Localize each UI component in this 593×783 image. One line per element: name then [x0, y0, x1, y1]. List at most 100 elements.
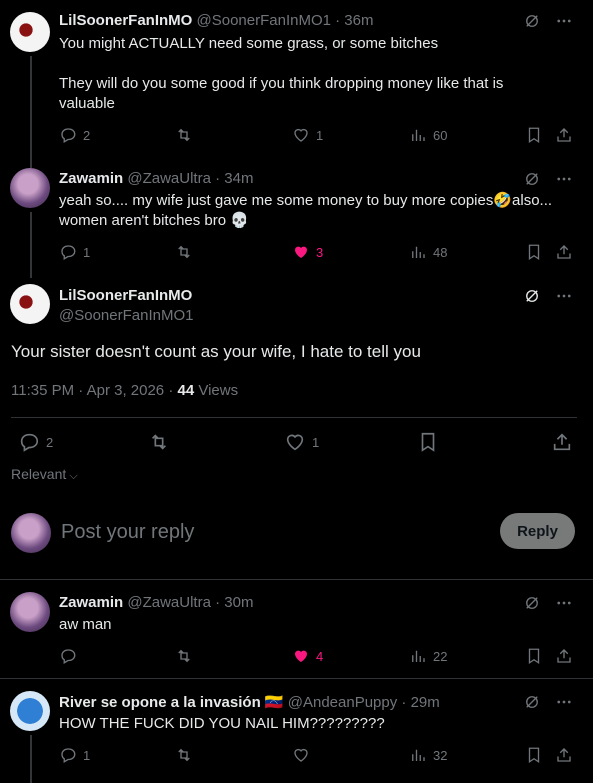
- like-button[interactable]: 3: [292, 243, 323, 261]
- share-button[interactable]: [555, 126, 573, 144]
- avatar[interactable]: [10, 592, 50, 632]
- chevron-down-icon: ⌵: [66, 470, 78, 482]
- reply-button[interactable]: 2: [59, 126, 90, 144]
- share-icon: [555, 647, 573, 665]
- post-2[interactable]: Zawamin @ZawaUltra · 34m yeah so.... my …: [0, 160, 593, 278]
- main-author-handle-wrap: @SoonerFanInMO1: [59, 307, 193, 324]
- reply-2[interactable]: River se opone a la invasión 🇻🇪 @AndeanP…: [0, 679, 593, 783]
- views-icon: [409, 126, 427, 144]
- post-header: LilSoonerFanInMO @SoonerFanInMO1 · 36m: [59, 12, 373, 29]
- share-icon: [555, 746, 573, 764]
- share-icon: [555, 243, 573, 261]
- post-actions: 2 1 60: [59, 126, 574, 146]
- views-button[interactable]: 60: [409, 126, 447, 144]
- views-button[interactable]: 32: [409, 746, 447, 764]
- reply-button[interactable]: Reply: [500, 513, 575, 549]
- bookmark-icon: [525, 243, 543, 261]
- reply-icon: [18, 431, 40, 453]
- views-icon: [409, 746, 427, 764]
- bookmark-button[interactable]: [525, 746, 543, 764]
- like-icon: [284, 431, 306, 453]
- views-button[interactable]: 48: [409, 243, 447, 261]
- post-1[interactable]: LilSoonerFanInMO @SoonerFanInMO1 · 36m Y…: [0, 0, 593, 160]
- retweet-icon: [175, 647, 193, 665]
- author-name[interactable]: LilSoonerFanInMO: [59, 287, 192, 304]
- retweet-icon: [175, 126, 193, 144]
- post-text: aw man: [59, 616, 112, 633]
- bookmark-button[interactable]: [525, 126, 543, 144]
- author-name[interactable]: Zawamin: [59, 170, 123, 187]
- grok-icon[interactable]: [523, 287, 541, 305]
- post-header: Zawamin @ZawaUltra · 34m: [59, 170, 253, 187]
- views-button[interactable]: 22: [409, 647, 447, 665]
- avatar[interactable]: [10, 168, 50, 208]
- grok-icon[interactable]: [523, 170, 541, 188]
- like-icon: [292, 647, 310, 665]
- author-handle[interactable]: @AndeanPuppy · 29m: [288, 694, 440, 711]
- reply-button[interactable]: 1: [59, 746, 90, 764]
- main-post: LilSoonerFanInMO @SoonerFanInMO1 Your si…: [0, 278, 593, 488]
- retweet-icon: [148, 431, 170, 453]
- like-icon: [292, 243, 310, 261]
- share-button[interactable]: [555, 243, 573, 261]
- more-icon[interactable]: [555, 12, 573, 30]
- author-handle[interactable]: @SoonerFanInMO1: [59, 307, 193, 324]
- reply-icon: [59, 746, 77, 764]
- bookmark-button[interactable]: [417, 431, 439, 453]
- grok-icon[interactable]: [523, 12, 541, 30]
- sort-filter[interactable]: Relevant ⌵: [11, 466, 78, 483]
- like-button[interactable]: 1: [284, 431, 319, 453]
- reply-1[interactable]: Zawamin @ZawaUltra · 30m aw man 4 22: [0, 580, 593, 677]
- retweet-button[interactable]: [175, 126, 193, 144]
- more-icon[interactable]: [555, 170, 573, 188]
- like-button[interactable]: 4: [292, 647, 323, 665]
- more-icon[interactable]: [555, 594, 573, 612]
- retweet-icon: [175, 243, 193, 261]
- thread-line: [30, 160, 32, 168]
- share-button[interactable]: [555, 647, 573, 665]
- author-handle[interactable]: @ZawaUltra · 30m: [127, 594, 253, 611]
- post-actions: 4 22: [59, 647, 574, 667]
- author-name[interactable]: Zawamin: [59, 594, 123, 611]
- views-count: 44: [177, 382, 195, 399]
- post-text: You might ACTUALLY need some grass, or s…: [59, 35, 504, 112]
- avatar[interactable]: [10, 12, 50, 52]
- reply-button[interactable]: 1: [59, 243, 90, 261]
- views-label: Views: [194, 382, 239, 399]
- divider: [11, 417, 577, 418]
- more-icon[interactable]: [555, 287, 573, 305]
- post-timestamp[interactable]: 11:35 PM · Apr 3, 2026 ·: [11, 382, 177, 399]
- reply-input[interactable]: [61, 516, 481, 548]
- reply-button[interactable]: [59, 647, 83, 665]
- share-button[interactable]: [551, 431, 573, 453]
- main-actions: 2 1: [18, 431, 573, 455]
- retweet-button[interactable]: [175, 647, 193, 665]
- avatar[interactable]: [10, 284, 50, 324]
- bookmark-button[interactable]: [525, 243, 543, 261]
- grok-icon[interactable]: [523, 693, 541, 711]
- share-button[interactable]: [555, 746, 573, 764]
- bookmark-icon: [525, 647, 543, 665]
- bookmark-button[interactable]: [525, 647, 543, 665]
- more-icon[interactable]: [555, 693, 573, 711]
- post-header: River se opone a la invasión 🇻🇪 @AndeanP…: [59, 693, 440, 711]
- retweet-icon: [175, 746, 193, 764]
- bookmark-icon: [417, 431, 439, 453]
- post-text: yeah so.... my wife just gave me some mo…: [59, 192, 553, 229]
- like-button[interactable]: 1: [292, 126, 323, 144]
- grok-icon[interactable]: [523, 594, 541, 612]
- retweet-button[interactable]: [175, 243, 193, 261]
- avatar[interactable]: [10, 691, 50, 731]
- author-handle[interactable]: @ZawaUltra · 34m: [127, 170, 253, 187]
- reply-icon: [59, 647, 77, 665]
- author-handle[interactable]: @SoonerFanInMO1 · 36m: [197, 12, 374, 29]
- reply-button[interactable]: 2: [18, 431, 53, 453]
- retweet-button[interactable]: [148, 431, 170, 453]
- share-icon: [551, 431, 573, 453]
- author-name[interactable]: LilSoonerFanInMO: [59, 12, 192, 29]
- like-button[interactable]: [292, 746, 316, 764]
- post-meta: 11:35 PM · Apr 3, 2026 · 44 Views: [11, 382, 238, 399]
- retweet-button[interactable]: [175, 746, 193, 764]
- post-actions: 1 3 48: [59, 243, 574, 263]
- author-name[interactable]: River se opone a la invasión 🇻🇪: [59, 694, 284, 711]
